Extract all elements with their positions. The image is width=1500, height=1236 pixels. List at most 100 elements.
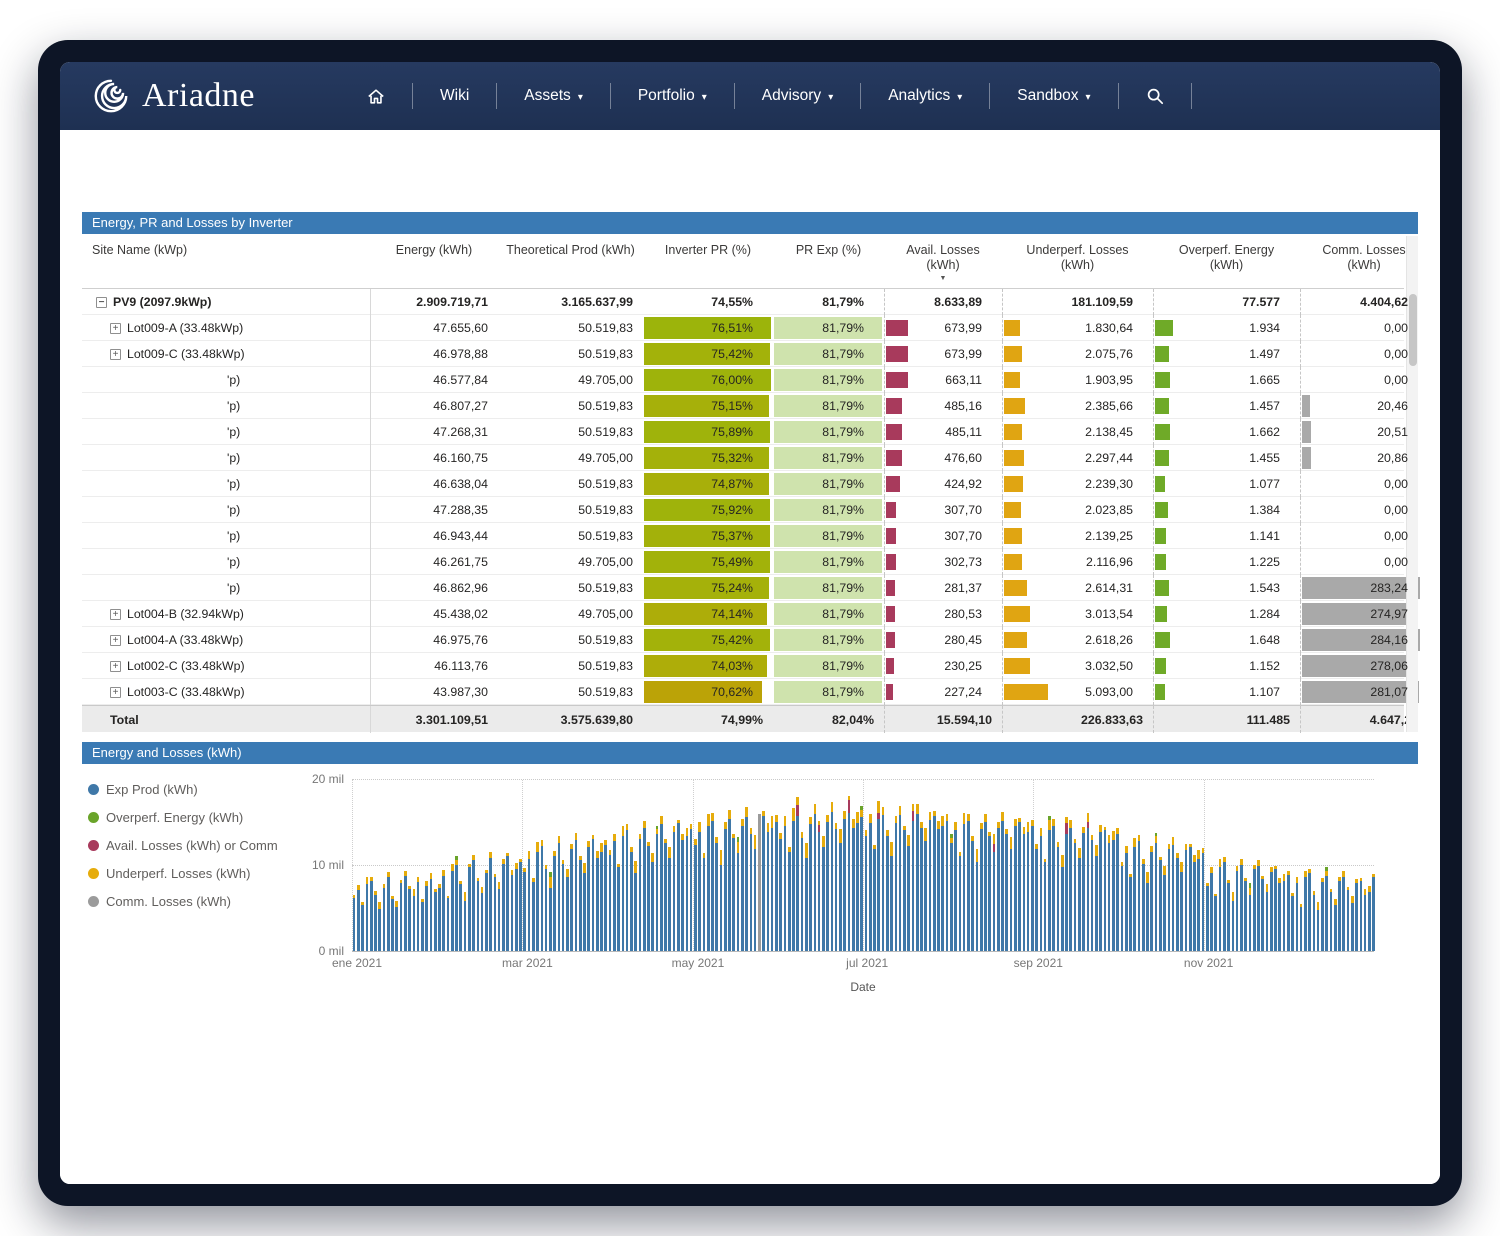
nav-item-sandbox[interactable]: Sandbox▾ [990,79,1117,113]
column-header-4[interactable]: PR Exp (%) [773,236,884,288]
nav-item-wiki[interactable]: Wiki [413,79,496,113]
bar-stack [643,821,646,952]
bar-stack [370,877,373,952]
total-value: 226.833,63 [1081,713,1143,727]
bar-stack [920,822,923,952]
nav-item-advisory[interactable]: Advisory▾ [735,79,860,113]
table-row[interactable]: 'p)46.638,0450.519,8374,87%81,79%424,922… [82,471,1404,497]
exp-prod-segment [686,836,689,951]
bar-stack [1227,880,1230,951]
column-header-6[interactable]: Underperf. Losses (kWh) [1002,236,1153,288]
table-row[interactable]: 'p)46.862,9650.519,8375,24%81,79%281,372… [82,575,1404,601]
expand-icon[interactable]: + [110,609,121,620]
bar-stack [1240,859,1243,951]
chevron-down-icon: ▾ [1085,92,1090,103]
table-total-row[interactable]: Total3.301.109,513.575.639,8074,99%82,04… [82,705,1404,732]
cell-under: 1.903,95 [1002,367,1153,393]
legend-item[interactable]: Comm. Losses (kWh) [88,894,294,909]
legend-item[interactable]: Overperf. Energy (kWh) [88,810,294,825]
chevron-down-icon: ▾ [578,92,583,103]
cell-value: 47.268,31 [433,425,488,439]
exp-prod-segment [865,836,868,951]
column-header-2[interactable]: Theoretical Prod (kWh) [498,236,643,288]
exp-prod-segment [890,856,893,951]
table-row[interactable]: 'p)46.261,7549.705,0075,49%81,79%302,732… [82,549,1404,575]
cell-value: 75,49% [711,555,763,569]
table-row[interactable]: 'p)46.577,8449.705,0076,00%81,79%663,111… [82,367,1404,393]
bar-stack [762,811,765,951]
bar-stack [771,816,774,951]
bar[interactable] [1371,780,1375,951]
cell-avail: 485,11 [884,419,1002,445]
expand-icon[interactable]: + [110,349,121,360]
underperf-losses-segment [852,819,855,828]
bar-stack [1172,837,1175,951]
exp-prod-segment [651,862,654,951]
column-header-5[interactable]: Avail. Losses (kWh)▼ [884,236,1002,288]
nav-item-assets[interactable]: Assets▾ [497,79,610,113]
table-row[interactable]: 'p)47.268,3150.519,8375,89%81,79%485,112… [82,419,1404,445]
underperf-losses-segment [724,822,727,829]
chart-legend: Exp Prod (kWh) Overperf. Energy (kWh) Avai… [82,780,294,994]
cell-value: 2.116,96 [1086,555,1143,569]
column-header-3[interactable]: Inverter PR (%) [643,236,773,288]
legend-item[interactable]: Underperf. Losses (kWh) [88,866,294,881]
table-row[interactable]: −PV9 (2097.9kWp)2.909.719,713.165.637,99… [82,289,1404,315]
bar-stack [805,843,808,951]
bar-stack [417,877,420,951]
cell-inverter-pr: 75,49% [643,549,773,575]
cell-avail: 424,92 [884,471,1002,497]
cell-pr-exp: 81,79% [773,601,884,627]
bar-stack [1185,844,1188,951]
expand-icon[interactable]: + [110,661,121,672]
over-bar [1155,658,1166,674]
collapse-icon[interactable]: − [96,297,107,308]
table-row[interactable]: +Lot002-C (33.48kWp)46.113,7650.519,8374… [82,653,1404,679]
site-name-label: Lot004-B (32.94kWp) [127,607,244,621]
table-row[interactable]: +Lot004-A (33.48kWp)46.975,7650.519,8375… [82,627,1404,653]
bar-stack [1074,839,1077,952]
nav-item-analytics[interactable]: Analytics▾ [861,79,989,113]
exp-prod-segment [920,828,923,952]
bar-stack [865,830,868,951]
table-row[interactable]: +Lot004-B (32.94kWp)45.438,0249.705,0074… [82,601,1404,627]
cell-value: 0,00 [1384,529,1418,543]
table-row[interactable]: +Lot003-C (33.48kWp)43.987,3050.519,8370… [82,679,1404,705]
underperf-losses-segment [1317,902,1320,911]
under-bar [1004,554,1022,570]
underperf-losses-segment [600,843,603,852]
nav-item-search[interactable] [1119,79,1191,113]
expand-icon[interactable]: + [110,323,121,334]
legend-item[interactable]: Avail. Losses (kWh) or Comm [88,838,294,853]
legend-item[interactable]: Exp Prod (kWh) [88,782,294,797]
chart-plot[interactable] [352,780,1374,952]
cell-over: 1.107 [1153,679,1300,705]
table-row[interactable]: 'p)46.807,2750.519,8375,15%81,79%485,162… [82,393,1404,419]
column-header-1[interactable]: Energy (kWh) [370,236,498,288]
table-row[interactable]: 'p)47.288,3550.519,8375,92%81,79%307,702… [82,497,1404,523]
underperf-losses-segment [366,877,369,884]
expand-icon[interactable]: + [110,635,121,646]
table-row[interactable]: 'p)46.943,4450.519,8375,37%81,79%307,702… [82,523,1404,549]
underperf-losses-segment [775,815,778,822]
expand-icon[interactable]: + [110,687,121,698]
over-bar [1155,528,1166,544]
column-header-0[interactable]: Site Name (kWp) [82,236,370,288]
nav-item-portfolio[interactable]: Portfolio▾ [611,79,734,113]
table-row[interactable]: 'p)46.160,7549.705,0075,32%81,79%476,602… [82,445,1404,471]
brand[interactable]: Ariadne [90,75,255,117]
table-row[interactable]: +Lot009-C (33.48kWp)46.978,8850.519,8375… [82,341,1404,367]
nav-item-home[interactable] [340,80,412,113]
column-header-7[interactable]: Overperf. Energy (kWh) [1153,236,1300,288]
exp-prod-segment [626,830,629,951]
table-row[interactable]: +Lot009-A (33.48kWp)47.655,6050.519,8376… [82,315,1404,341]
bar-stack [1018,818,1021,951]
bar-stack [1189,844,1192,951]
underperf-losses-segment [613,834,616,842]
bar-stack [1133,838,1136,952]
cell-over: 1.152 [1153,653,1300,679]
bar-stack [366,877,369,951]
exp-prod-segment [1210,873,1213,951]
cell-value: 284,16 [1370,633,1418,647]
bar-stack [361,902,364,951]
